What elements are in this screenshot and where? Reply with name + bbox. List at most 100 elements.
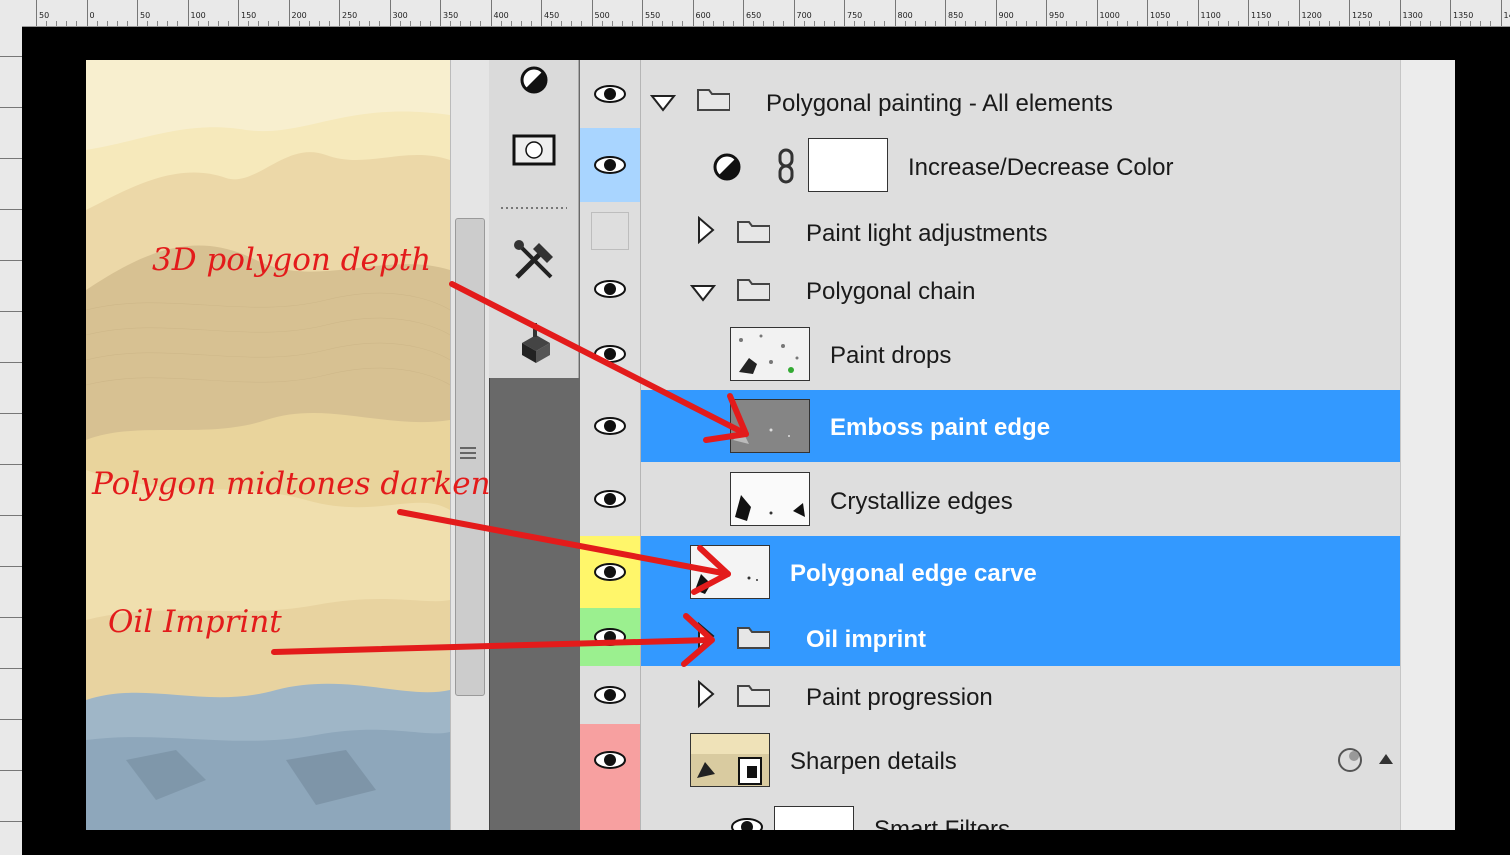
collapse-triangle-icon[interactable] [696,680,716,708]
link-icon[interactable] [776,148,796,184]
ruler-tick: 1000 [1096,0,1120,26]
ruler-minor-tick [753,21,755,26]
collapse-triangle-icon[interactable] [696,622,716,650]
eye-toggle[interactable] [580,202,641,260]
eye-toggle[interactable] [580,260,641,318]
eye-toggle[interactable] [580,796,641,830]
layer-mask-thumbnail[interactable] [808,138,888,192]
ruler-minor-tick [106,21,108,26]
ruler-tick-label: 750 [847,11,863,20]
ruler-minor-tick [985,21,987,26]
layers-panel-scroll-gutter[interactable] [1400,60,1455,830]
layer-row-polygonal-chain[interactable]: Polygonal chain [580,260,1400,319]
layer-thumbnail[interactable] [690,733,770,787]
ruler-minor-tick [884,21,886,26]
expand-triangle-icon[interactable] [650,94,676,112]
ruler-minor-tick [1429,21,1431,26]
eye-toggle[interactable] [580,724,641,796]
layer-row-paint-drops[interactable]: Paint drops [580,318,1400,391]
layer-mask-icon[interactable] [496,128,572,172]
ruler-tick [0,617,22,618]
ruler-tick: 150 [238,0,256,26]
ruler-tick: 300 [389,0,408,26]
layer-thumbnail[interactable] [774,806,854,830]
ruler-tick: 1300 [1399,0,1423,26]
3d-icon[interactable] [496,318,572,368]
layer-row-smart-filters[interactable]: Smart Filters [580,796,1400,830]
ruler-tick-label: 1150 [1251,11,1272,20]
collapse-triangle-icon[interactable] [696,216,716,244]
ruler-minor-tick [1086,21,1088,26]
ruler-minor-tick [96,21,98,26]
ruler-minor-tick [147,21,149,26]
ruler-tick-label: 100 [190,11,206,20]
layer-row-paint-light-adjustments[interactable]: Paint light adjustments [580,202,1400,261]
layer-row-sharpen-details[interactable]: Sharpen details [580,724,1400,797]
collapse-up-icon[interactable] [1378,752,1394,766]
ruler-minor-tick [773,21,775,26]
ruler-minor-tick [66,21,68,26]
ruler-minor-tick [561,21,563,26]
ruler-minor-tick [1227,21,1229,26]
ruler-minor-tick [581,21,583,26]
ruler-tick [0,464,22,465]
document-canvas[interactable] [86,60,450,830]
eye-toggle[interactable] [580,462,641,536]
ruler-tick-label: 700 [796,11,812,20]
ruler-minor-tick [864,21,866,26]
ruler-minor-tick [1035,21,1037,26]
ruler-minor-tick [1076,21,1078,26]
layer-thumbnail[interactable] [730,472,810,526]
ruler-minor-tick [702,21,704,26]
ruler-tick: 1200 [1298,0,1322,26]
ruler-minor-tick [571,21,573,26]
layer-name: Crystallize edges [830,488,1013,515]
ruler-minor-tick [1025,21,1027,26]
ruler-minor-tick [924,21,926,26]
eye-toggle[interactable] [580,60,641,128]
layer-row-increase-decrease-color[interactable]: Increase/Decrease Color [580,128,1400,203]
ruler-tick-label: 50 [39,11,50,20]
ruler-minor-tick [672,21,674,26]
eye-toggle[interactable] [580,318,641,390]
layer-row-emboss-paint-edge[interactable]: Emboss paint edge [580,390,1400,463]
layer-row-polygonal-edge-carve[interactable]: Polygonal edge carve [580,536,1400,609]
layer-name: Polygonal painting - All elements [766,90,1113,117]
scrollbar-grip-icon[interactable] [460,444,476,468]
layer-thumbnail[interactable] [690,545,770,599]
ruler-tick: 750 [844,0,862,26]
ruler-tick-label: 400 [493,11,509,20]
layer-thumbnail[interactable] [730,327,810,381]
layers-panel: Polygonal painting - All elements Increa… [580,60,1454,830]
ruler-minor-tick [399,21,401,26]
eye-icon [594,628,626,646]
ruler-minor-tick [1439,21,1441,26]
layer-row-crystallize-edges[interactable]: Crystallize edges [580,462,1400,537]
layer-row-oil-imprint[interactable]: Oil imprint [580,608,1400,667]
eye-toggle[interactable] [580,536,641,608]
panel-gripper-icon[interactable] [496,196,572,220]
layer-thumbnail[interactable] [730,399,810,453]
layer-row-polygonal-painting[interactable]: Polygonal painting - All elements [580,60,1400,129]
ruler-minor-tick [1328,21,1330,26]
ruler-minor-tick [1167,21,1169,26]
layer-row-paint-progression[interactable]: Paint progression [580,666,1400,725]
eye-toggle[interactable] [580,666,641,724]
ruler-tick-label: 500 [594,11,610,20]
ruler-minor-tick [1066,21,1068,26]
ruler-tick-label: 1300 [1402,11,1423,20]
ruler-minor-tick [1116,21,1118,26]
adjustment-icon[interactable] [496,60,572,100]
tools-icon[interactable] [496,232,572,288]
ruler-minor-tick [975,21,977,26]
ruler-minor-tick [197,21,199,26]
ruler-tick: 1350 [1450,0,1473,26]
ruler-tick-label: 550 [645,11,661,20]
ruler-tick: 250 [339,0,357,26]
eye-toggle[interactable] [580,390,641,462]
eye-toggle[interactable] [580,608,641,666]
expand-triangle-icon[interactable] [690,284,716,302]
ruler-minor-tick [450,21,452,26]
eye-toggle[interactable] [580,128,641,202]
ruler-minor-tick [1409,21,1411,26]
